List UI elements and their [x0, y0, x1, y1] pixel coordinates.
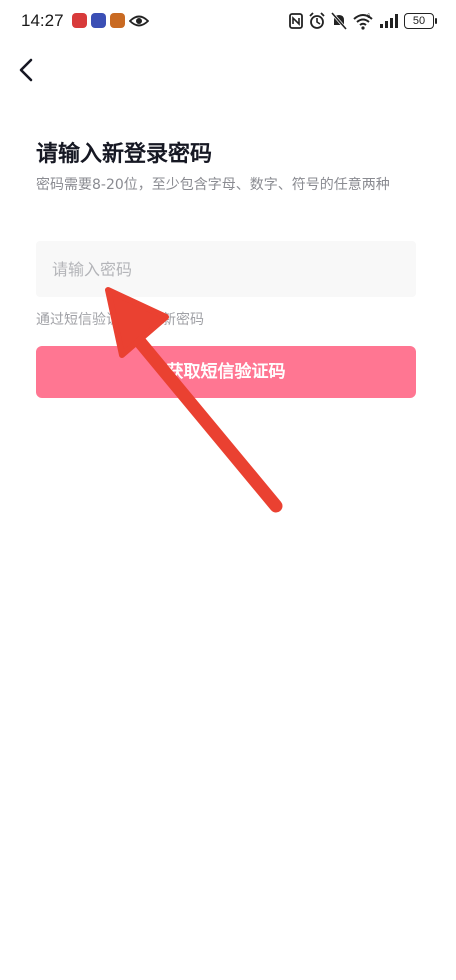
app-notification-red-icon: [72, 13, 87, 28]
password-field[interactable]: [36, 241, 416, 297]
alarm-icon: [309, 12, 325, 29]
wifi-icon: 6: [353, 14, 373, 30]
battery-icon: 50: [404, 13, 437, 29]
signal-icon: [380, 14, 398, 28]
eye-icon: [129, 15, 149, 26]
status-bar: 14:27 6 50: [0, 0, 456, 46]
nfc-icon: [289, 13, 303, 29]
sms-verification-hint: 通过短信验证后使用新密码: [36, 312, 204, 328]
app-notification-orange-icon: [110, 13, 125, 28]
chevron-left-icon: [19, 58, 33, 82]
back-button[interactable]: [12, 54, 44, 86]
system-icons: 6 50: [289, 12, 437, 30]
password-input[interactable]: [36, 241, 416, 297]
notification-icons: [72, 13, 149, 28]
status-time: 14:27: [21, 11, 64, 30]
mute-icon: [331, 12, 347, 30]
password-requirements: 密码需要8-20位，至少包含字母、数字、符号的任意两种: [36, 177, 390, 193]
app-notification-blue-icon: [91, 13, 106, 28]
page-title: 请输入新登录密码: [36, 142, 213, 167]
get-sms-code-button[interactable]: 获取短信验证码: [36, 346, 416, 398]
